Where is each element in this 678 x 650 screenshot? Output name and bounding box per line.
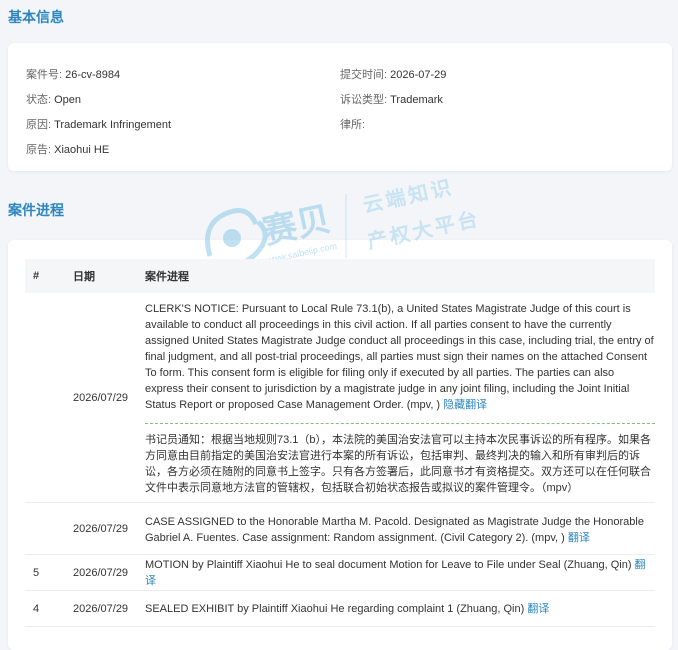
hide-translation-link[interactable]: 隐藏翻译 — [443, 399, 487, 411]
case-number-field: 案件号: 26-cv-8984 — [26, 66, 120, 82]
case-type-label: 诉讼类型: — [340, 94, 388, 106]
plaintiff-value: Xiaohui HE — [54, 144, 110, 156]
filed-date-label: 提交时间: — [340, 69, 388, 81]
row-number: 5 — [25, 554, 65, 591]
translate-link[interactable]: 翻译 — [568, 532, 590, 544]
header-number: # — [25, 259, 65, 293]
entry-english: CLERK'S NOTICE: Pursuant to Local Rule 7… — [145, 293, 655, 419]
header-date: 日期 — [65, 259, 137, 293]
entry-text: SEALED EXHIBIT by Plaintiff Xiaohui He r… — [145, 602, 525, 615]
table-row: 2026/07/29 CLERK'S NOTICE: Pursuant to L… — [25, 293, 655, 503]
status-field: 状态: Open — [26, 91, 81, 107]
row-content: CASE ASSIGNED to the Honorable Martha M.… — [137, 502, 655, 555]
case-type-field: 诉讼类型: Trademark — [340, 91, 443, 107]
header-content: 案件进程 — [137, 259, 655, 293]
basic-info-title: 基本信息 — [8, 9, 64, 25]
status-label: 状态: — [26, 94, 52, 106]
cause-field: 原因: Trademark Infringement — [26, 116, 171, 132]
law-firm-field: 律所: — [340, 116, 365, 132]
table-row: 2026/07/29 CASE ASSIGNED to the Honorabl… — [25, 502, 655, 555]
row-number — [25, 502, 65, 555]
case-type-value: Trademark — [390, 94, 443, 106]
filed-date-value: 2026-07-29 — [390, 69, 447, 81]
row-number — [25, 293, 65, 503]
translate-link[interactable]: 翻译 — [527, 603, 549, 615]
plaintiff-field: 原告: Xiaohui HE — [26, 141, 109, 157]
basic-info-card: 案件号: 26-cv-8984 提交时间: 2026-07-29 状态: Ope… — [8, 43, 672, 171]
entry-text: MOTION by Plaintiff Xiaohui He to seal d… — [145, 558, 632, 571]
plaintiff-label: 原告: — [26, 144, 52, 156]
entry-text: CLERK'S NOTICE: Pursuant to Local Rule 7… — [145, 303, 654, 411]
case-number-label: 案件号: — [26, 69, 63, 81]
row-number: 4 — [25, 590, 65, 627]
row-date: 2026/07/29 — [65, 590, 137, 627]
entry-translation: 书记员通知：根据当地规则73.1（b），本法院的美国治安法官可以主持本次民事诉讼… — [145, 423, 655, 502]
cause-value: Trademark Infringement — [54, 119, 172, 131]
watermark-line1: 云端知识 — [361, 176, 456, 218]
row-content: CLERK'S NOTICE: Pursuant to Local Rule 7… — [137, 293, 655, 503]
row-content: MOTION by Plaintiff Xiaohui He to seal d… — [137, 554, 655, 591]
status-value: Open — [54, 94, 82, 106]
law-firm-label: 律所: — [340, 119, 366, 131]
cause-label: 原因: — [26, 119, 52, 131]
table-row: 5 2026/07/29 MOTION by Plaintiff Xiaohui… — [25, 554, 655, 591]
docket-header-row: # 日期 案件进程 — [25, 259, 655, 293]
filed-date-field: 提交时间: 2026-07-29 — [340, 66, 446, 82]
row-content: SEALED EXHIBIT by Plaintiff Xiaohui He r… — [137, 590, 655, 627]
row-date: 2026/07/29 — [65, 293, 137, 503]
progress-title: 案件进程 — [8, 202, 64, 218]
docket-table: # 日期 案件进程 2026/07/29 CLERK'S NOTICE: Pur… — [25, 259, 655, 627]
case-number-value: 26-cv-8984 — [65, 69, 121, 81]
row-date: 2026/07/29 — [65, 554, 137, 591]
table-row: 4 2026/07/29 SEALED EXHIBIT by Plaintiff… — [25, 590, 655, 627]
row-date: 2026/07/29 — [65, 502, 137, 555]
